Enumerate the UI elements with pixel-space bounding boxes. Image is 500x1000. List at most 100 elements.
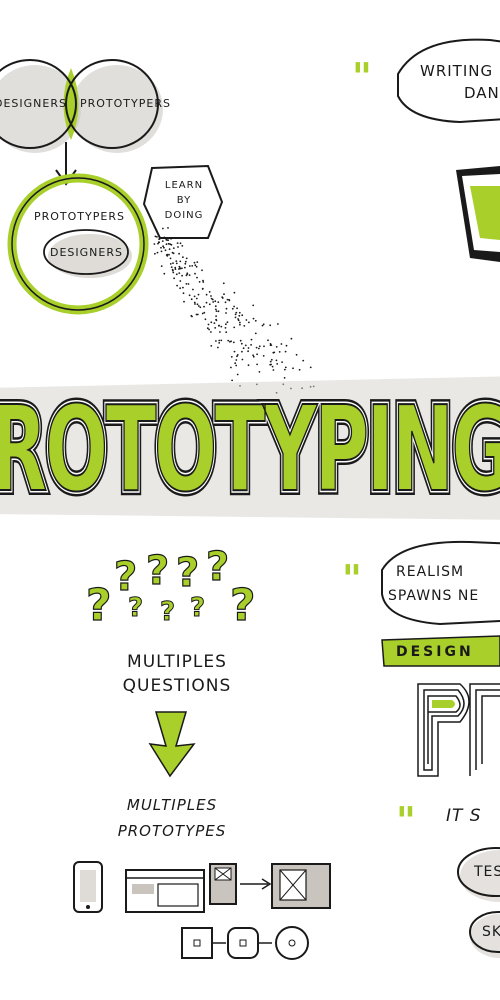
- beam-dot: [233, 305, 236, 308]
- beam-dot: [217, 310, 220, 313]
- beam-dot: [247, 347, 250, 349]
- design-banner-text: DESIGN: [396, 644, 474, 660]
- beam-dot: [220, 339, 223, 342]
- beam-dot: [210, 345, 213, 347]
- big-letter-w: [456, 166, 500, 262]
- beam-dot: [222, 282, 225, 285]
- beam-dot: [179, 287, 182, 290]
- beam-dot: [239, 321, 241, 324]
- beam-dot: [182, 292, 185, 295]
- beam-dot: [231, 307, 234, 310]
- prototypes-label: MULTIPLES PROTOTYPES: [117, 796, 227, 840]
- beam-dot: [212, 301, 215, 303]
- beam-dot: [192, 288, 194, 291]
- svg-text:?: ?: [190, 593, 205, 623]
- beam-dot: [208, 328, 211, 331]
- beam-dot: [225, 323, 227, 326]
- beam-dot: [193, 261, 196, 264]
- beam-dot: [272, 351, 275, 354]
- beam-dot: [190, 314, 193, 317]
- beam-dot: [215, 340, 217, 342]
- beam-dot: [247, 364, 250, 367]
- beam-dot: [210, 321, 213, 324]
- beam-dot: [238, 314, 241, 317]
- beam-dot: [244, 344, 247, 347]
- venn-right-label: PROTOTYPERS: [80, 97, 171, 110]
- beam-dot: [175, 273, 178, 276]
- beam-dot: [172, 252, 175, 255]
- nested-outer-label: PROTOTYPERS: [34, 210, 125, 223]
- beam-dot: [175, 262, 178, 265]
- beam-dot: [235, 311, 238, 314]
- svg-text:?: ?: [128, 593, 143, 623]
- beam-dot: [230, 366, 232, 369]
- beam-dot: [191, 265, 194, 267]
- beam-dot: [168, 248, 171, 251]
- beam-dot: [202, 279, 204, 282]
- beam-dot: [160, 250, 163, 253]
- beam-dot: [267, 339, 269, 342]
- beam-dot: [254, 319, 257, 322]
- beam-dot: [160, 246, 162, 249]
- beam-dot: [240, 342, 243, 345]
- beam-dot: [210, 331, 212, 333]
- beam-dot: [233, 326, 236, 329]
- beam-dot: [178, 252, 181, 255]
- beam-dot: [201, 312, 204, 315]
- beam-dot: [184, 260, 187, 263]
- beam-dot: [248, 321, 250, 324]
- beam-dot: [201, 288, 204, 290]
- beam-dot: [269, 360, 272, 363]
- beam-dot: [203, 305, 205, 308]
- beam-dot: [234, 316, 237, 319]
- beam-dot: [163, 272, 166, 275]
- svg-text:?: ?: [160, 597, 175, 627]
- beam-dot: [198, 281, 201, 283]
- beam-dot: [196, 303, 199, 306]
- beam-dot: [295, 353, 298, 356]
- beam-dot: [252, 304, 255, 307]
- beam-dot: [188, 265, 191, 267]
- beam-dot: [302, 359, 305, 362]
- beam-dot: [210, 295, 212, 297]
- beam-dot: [223, 293, 225, 296]
- beam-dot: [156, 236, 158, 238]
- beam-dot: [252, 317, 255, 320]
- beam-dot: [197, 305, 200, 307]
- beam-dot: [237, 318, 240, 320]
- beam-dot: [158, 241, 161, 244]
- beam-dot: [225, 307, 228, 310]
- beam-dot: [199, 306, 202, 309]
- beam-dot: [309, 366, 312, 369]
- beam-dot: [201, 269, 203, 272]
- beam-dot: [241, 358, 244, 361]
- beam-dot: [175, 260, 178, 262]
- beam-dot: [235, 364, 238, 367]
- beam-dot: [196, 276, 198, 279]
- beam-dot: [205, 293, 208, 296]
- beam-dot: [284, 350, 287, 353]
- beam-dot: [165, 237, 168, 240]
- beam-dot: [242, 347, 245, 350]
- beam-dot: [178, 272, 181, 274]
- nested-inner-label: DESIGNERS: [50, 246, 123, 259]
- big-letters-pr: [416, 680, 500, 780]
- svg-text:?: ?: [146, 548, 169, 594]
- flow-square-icon: [181, 927, 226, 959]
- beam-dot: [284, 366, 287, 369]
- beam-dot: [169, 257, 172, 260]
- beam-dot: [170, 266, 173, 268]
- beam-dot: [165, 243, 168, 246]
- beam-dot: [215, 315, 218, 317]
- beam-dot: [196, 261, 199, 263]
- svg-text:": ": [342, 556, 362, 601]
- dotted-beam: [153, 227, 315, 394]
- svg-text:?: ?: [206, 544, 229, 590]
- beam-dot: [195, 297, 198, 300]
- beam-dot: [185, 274, 188, 277]
- beam-dot: [226, 321, 229, 324]
- beam-dot: [290, 337, 293, 340]
- beam-dot: [166, 253, 169, 256]
- beam-dot: [206, 327, 209, 330]
- beam-dot: [188, 274, 191, 276]
